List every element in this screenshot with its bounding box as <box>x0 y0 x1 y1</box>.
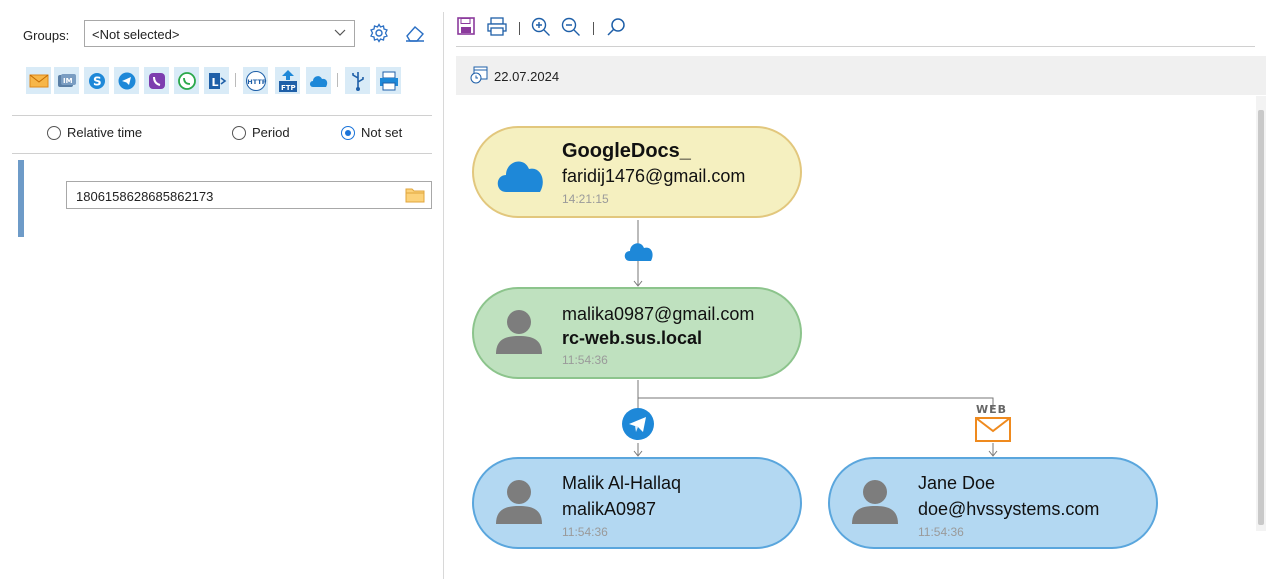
node-title: Malik Al-Hallaq <box>562 473 682 493</box>
radio-button[interactable] <box>232 125 246 140</box>
graph-node-cloud[interactable]: GoogleDocs_ faridij1476@gmail.com 14:21:… <box>472 126 802 218</box>
save-icon[interactable] <box>457 17 475 38</box>
radio-label: Relative time <box>67 125 143 140</box>
node-time: 11:54:36 <box>918 525 964 539</box>
search-icon[interactable] <box>606 17 626 40</box>
web-channel-label: WEB <box>976 403 1008 416</box>
radio-not-set[interactable]: Not set <box>341 125 402 140</box>
selection-accent-bar <box>18 160 24 237</box>
lync-icon[interactable]: L <box>204 67 229 94</box>
viber-icon[interactable] <box>144 67 169 94</box>
graph-node-user[interactable]: Malik Al-Hallaq malikA0987 11:54:36 <box>472 457 802 549</box>
svg-text:L: L <box>211 76 218 89</box>
radio-label: Period <box>252 125 290 140</box>
zoom-out-icon[interactable] <box>561 17 581 40</box>
svg-text:S: S <box>93 74 102 88</box>
node-time: 14:21:15 <box>562 192 609 206</box>
cloud-icon[interactable] <box>306 67 331 94</box>
node-subtitle: malikA0987 <box>562 499 657 519</box>
date-label: 22.07.2024 <box>494 69 560 84</box>
print-icon[interactable] <box>487 17 507 39</box>
telegram-icon[interactable] <box>114 67 139 94</box>
folder-icon[interactable] <box>405 186 425 206</box>
id-input-value: 1806158628685862173 <box>76 189 214 204</box>
node-subtitle: doe@hvssystems.com <box>918 499 1100 519</box>
groups-label: Groups: <box>23 28 70 43</box>
usb-icon[interactable] <box>345 67 370 94</box>
graph-node-user[interactable]: malika0987@gmail.com rc-web.sus.local 11… <box>472 287 802 379</box>
toolbar-separator <box>593 22 594 35</box>
graph-node-user[interactable]: Jane Doe doe@hvssystems.com 11:54:36 <box>828 457 1158 549</box>
radio-label: Not set <box>361 125 403 140</box>
groups-dropdown-value: <Not selected> <box>92 27 180 42</box>
node-time: 11:54:36 <box>562 525 608 539</box>
node-subtitle: faridij1476@gmail.com <box>562 166 746 186</box>
filter-panel: Groups: <Not selected> IM S L HTTP FTP R… <box>0 0 443 579</box>
ftp-icon[interactable]: FTP <box>275 67 300 94</box>
im-icon[interactable]: IM <box>54 67 79 94</box>
user-icon <box>494 479 544 528</box>
svg-text:FTP: FTP <box>281 84 296 92</box>
toolbar-divider <box>456 46 1255 47</box>
groups-dropdown[interactable]: <Not selected> <box>84 20 355 47</box>
node-time: 11:54:36 <box>562 353 608 367</box>
whatsapp-icon[interactable] <box>174 67 199 94</box>
radio-button-selected[interactable] <box>341 125 355 140</box>
http-icon[interactable]: HTTP <box>243 67 268 94</box>
svg-text:IM: IM <box>63 77 73 85</box>
toolbar-separator <box>337 73 338 87</box>
email-icon[interactable] <box>26 67 51 94</box>
radio-relative-time[interactable]: Relative time <box>47 125 142 140</box>
chevron-down-icon <box>334 26 346 41</box>
node-title: Jane Doe <box>918 473 996 493</box>
calendar-clock-icon <box>470 66 488 87</box>
user-icon <box>494 309 544 358</box>
user-icon <box>850 479 900 528</box>
printer-icon[interactable] <box>376 67 401 94</box>
divider <box>12 115 432 116</box>
node-title: GoogleDocs_ <box>562 140 691 162</box>
zoom-in-icon[interactable] <box>531 17 551 40</box>
radio-button[interactable] <box>47 125 61 140</box>
cloud-icon <box>494 154 548 197</box>
eraser-icon[interactable] <box>404 24 426 45</box>
date-header: 22.07.2024 <box>456 56 1266 95</box>
skype-icon[interactable]: S <box>84 67 109 94</box>
telegram-channel-icon <box>621 407 655 444</box>
scrollbar-thumb[interactable] <box>1258 110 1264 525</box>
panel-divider[interactable] <box>443 12 444 579</box>
node-subtitle: rc-web.sus.local <box>562 328 703 348</box>
id-input-field[interactable]: 1806158628685862173 <box>66 181 432 209</box>
toolbar-separator <box>519 22 520 35</box>
toolbar-separator <box>235 73 236 87</box>
radio-period[interactable]: Period <box>232 125 290 140</box>
svg-text:HTTP: HTTP <box>247 78 266 86</box>
gear-icon[interactable] <box>369 23 389 46</box>
cloud-channel-icon <box>622 239 656 266</box>
divider <box>12 153 432 154</box>
node-title: malika0987@gmail.com <box>562 304 755 324</box>
vertical-scrollbar[interactable] <box>1256 96 1266 531</box>
web-mail-channel-icon <box>975 417 1011 445</box>
